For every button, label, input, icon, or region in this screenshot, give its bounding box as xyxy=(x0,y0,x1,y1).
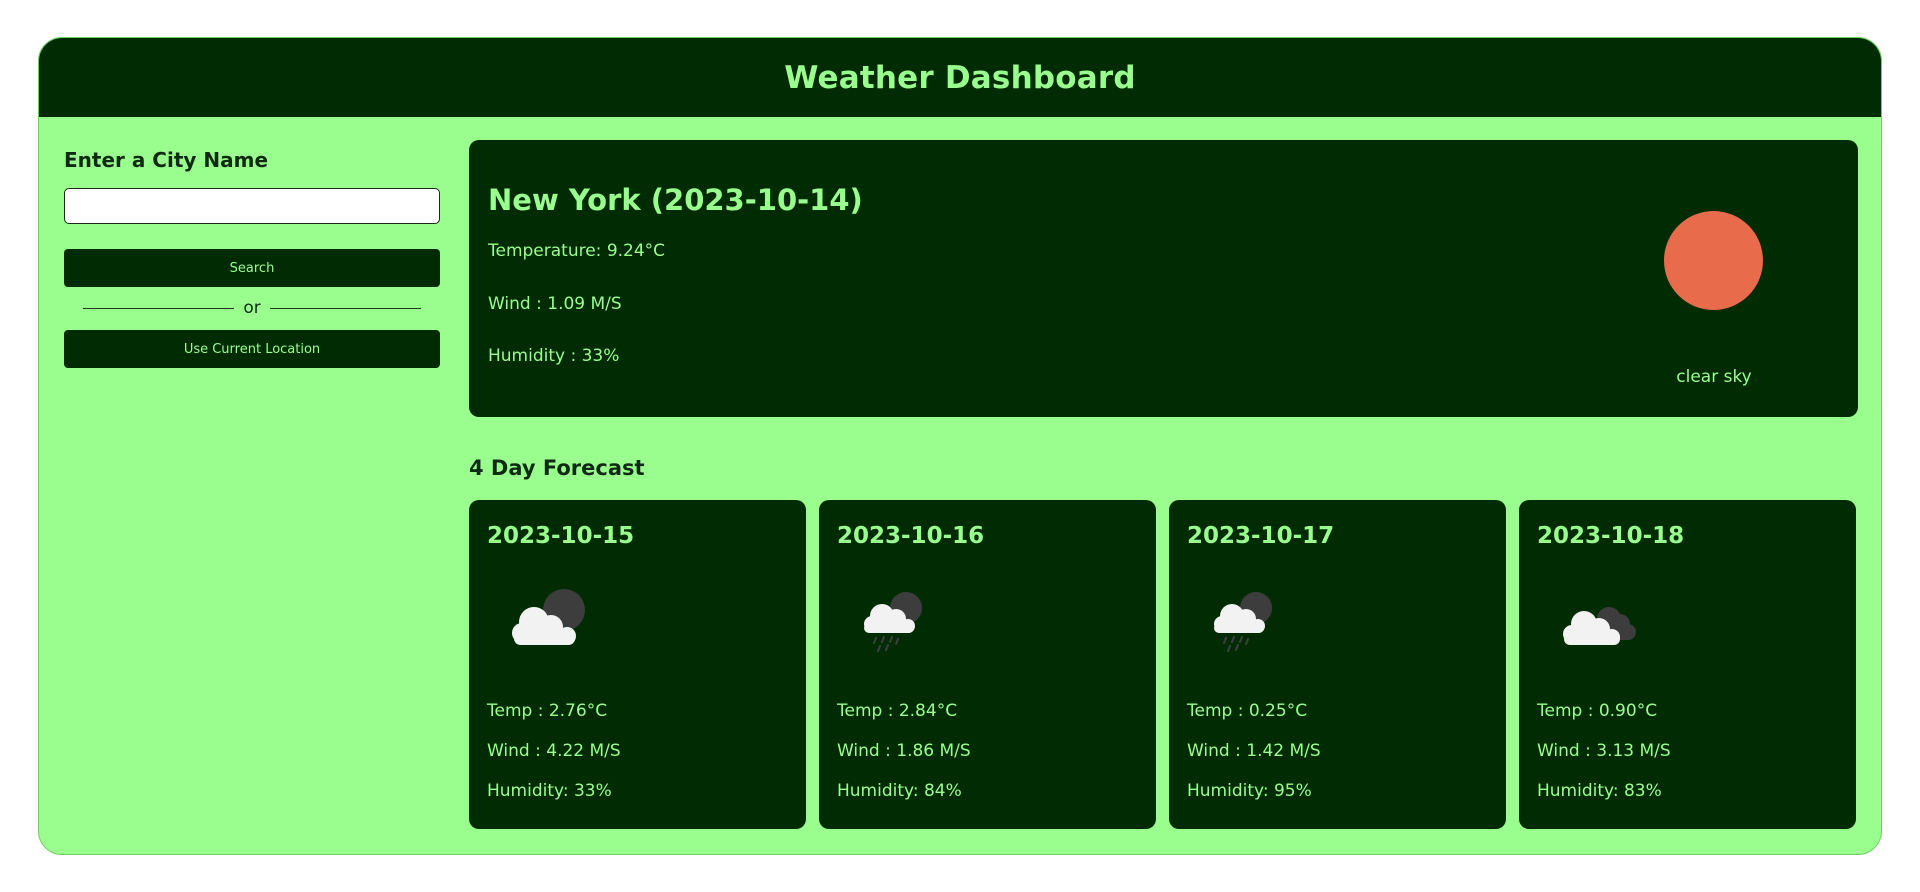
current-humidity: Humidity : 33% xyxy=(488,346,620,366)
forecast-card: 2023-10-16 Temp: 2.84°C Wind: 1.86 M/S… xyxy=(819,500,1156,829)
divider-line-left xyxy=(83,307,235,309)
city-input-label: Enter a City Name xyxy=(64,148,269,172)
use-current-location-button[interactable]: Use Current Location xyxy=(64,330,440,368)
forecast-wind: Wind : 1.86 M/S xyxy=(837,741,971,761)
forecast-humidity: Humidity: 84% xyxy=(837,781,962,801)
forecast-title: 4 Day Forecast xyxy=(469,456,645,480)
rain-night-icon xyxy=(864,592,922,653)
search-sidebar: Enter a City Name Search or Use Current … xyxy=(64,148,440,368)
city-search-input[interactable] xyxy=(64,188,440,224)
current-city-date: New York (2023-10-14) xyxy=(488,183,863,217)
forecast-card: 2023-10-17 Temp: 0.25°C Wind: 1.42 M/S… xyxy=(1169,500,1506,829)
forecast-wind: Wind : 3.13 M/S xyxy=(1537,741,1671,761)
forecast-temp: Temp : 2.84°C xyxy=(837,701,958,721)
page-title: Weather Dashboard xyxy=(784,59,1136,96)
partly-cloudy-night-icon xyxy=(512,589,585,645)
rain-night-icon xyxy=(1214,592,1272,653)
forecast-card: 2023-10-18 Temp : 0.90°C Wind : 3.13 M/S… xyxy=(1519,500,1856,829)
forecast-wind: Wind : 4.22 M/S xyxy=(487,741,621,761)
forecast-date: 2023-10-17 xyxy=(1187,523,1335,549)
forecast-temp: Temp : 0.90°C xyxy=(1537,701,1658,721)
forecast-wind: Wind : 1.42 M/S xyxy=(1187,741,1321,761)
forecast-humidity: Humidity: 95% xyxy=(1187,781,1312,801)
current-weather-card: New York (2023-10-14) Temperature: 9.24°… xyxy=(469,140,1858,417)
forecast-date: 2023-10-18 xyxy=(1537,523,1685,549)
forecast-card: 2023-10-15 Temp : 2.76°C Wind : 4.22 M/S… xyxy=(469,500,806,829)
overcast-clouds-icon xyxy=(1563,607,1636,645)
or-divider: or xyxy=(64,297,440,319)
current-wind: Wind : 1.09 M/S xyxy=(488,294,622,314)
forecast-date: 2023-10-15 xyxy=(487,523,635,549)
forecast-humidity: Humidity: 83% xyxy=(1537,781,1662,801)
divider-line-right xyxy=(269,307,422,309)
forecast-temp: Temp : 2.76°C xyxy=(487,701,608,721)
current-temperature: Temperature: 9.24°C xyxy=(488,241,666,261)
clear-sky-sun-icon xyxy=(1664,211,1763,310)
forecast-date: 2023-10-16 xyxy=(837,523,985,549)
divider-text: or xyxy=(243,298,261,318)
header-bar: Weather Dashboard xyxy=(39,38,1881,117)
search-button[interactable]: Search xyxy=(64,249,440,287)
dashboard-container: Weather Dashboard Enter a City Name Sear… xyxy=(38,37,1882,855)
current-weather-description: clear sky xyxy=(1676,367,1752,387)
forecast-cards: 2023-10-15 Temp : 2.76°C Wind : 4.22 M/S… xyxy=(469,500,1856,829)
forecast-humidity: Humidity: 33% xyxy=(487,781,612,801)
forecast-temp: Temp : 0.25°C xyxy=(1187,701,1308,721)
